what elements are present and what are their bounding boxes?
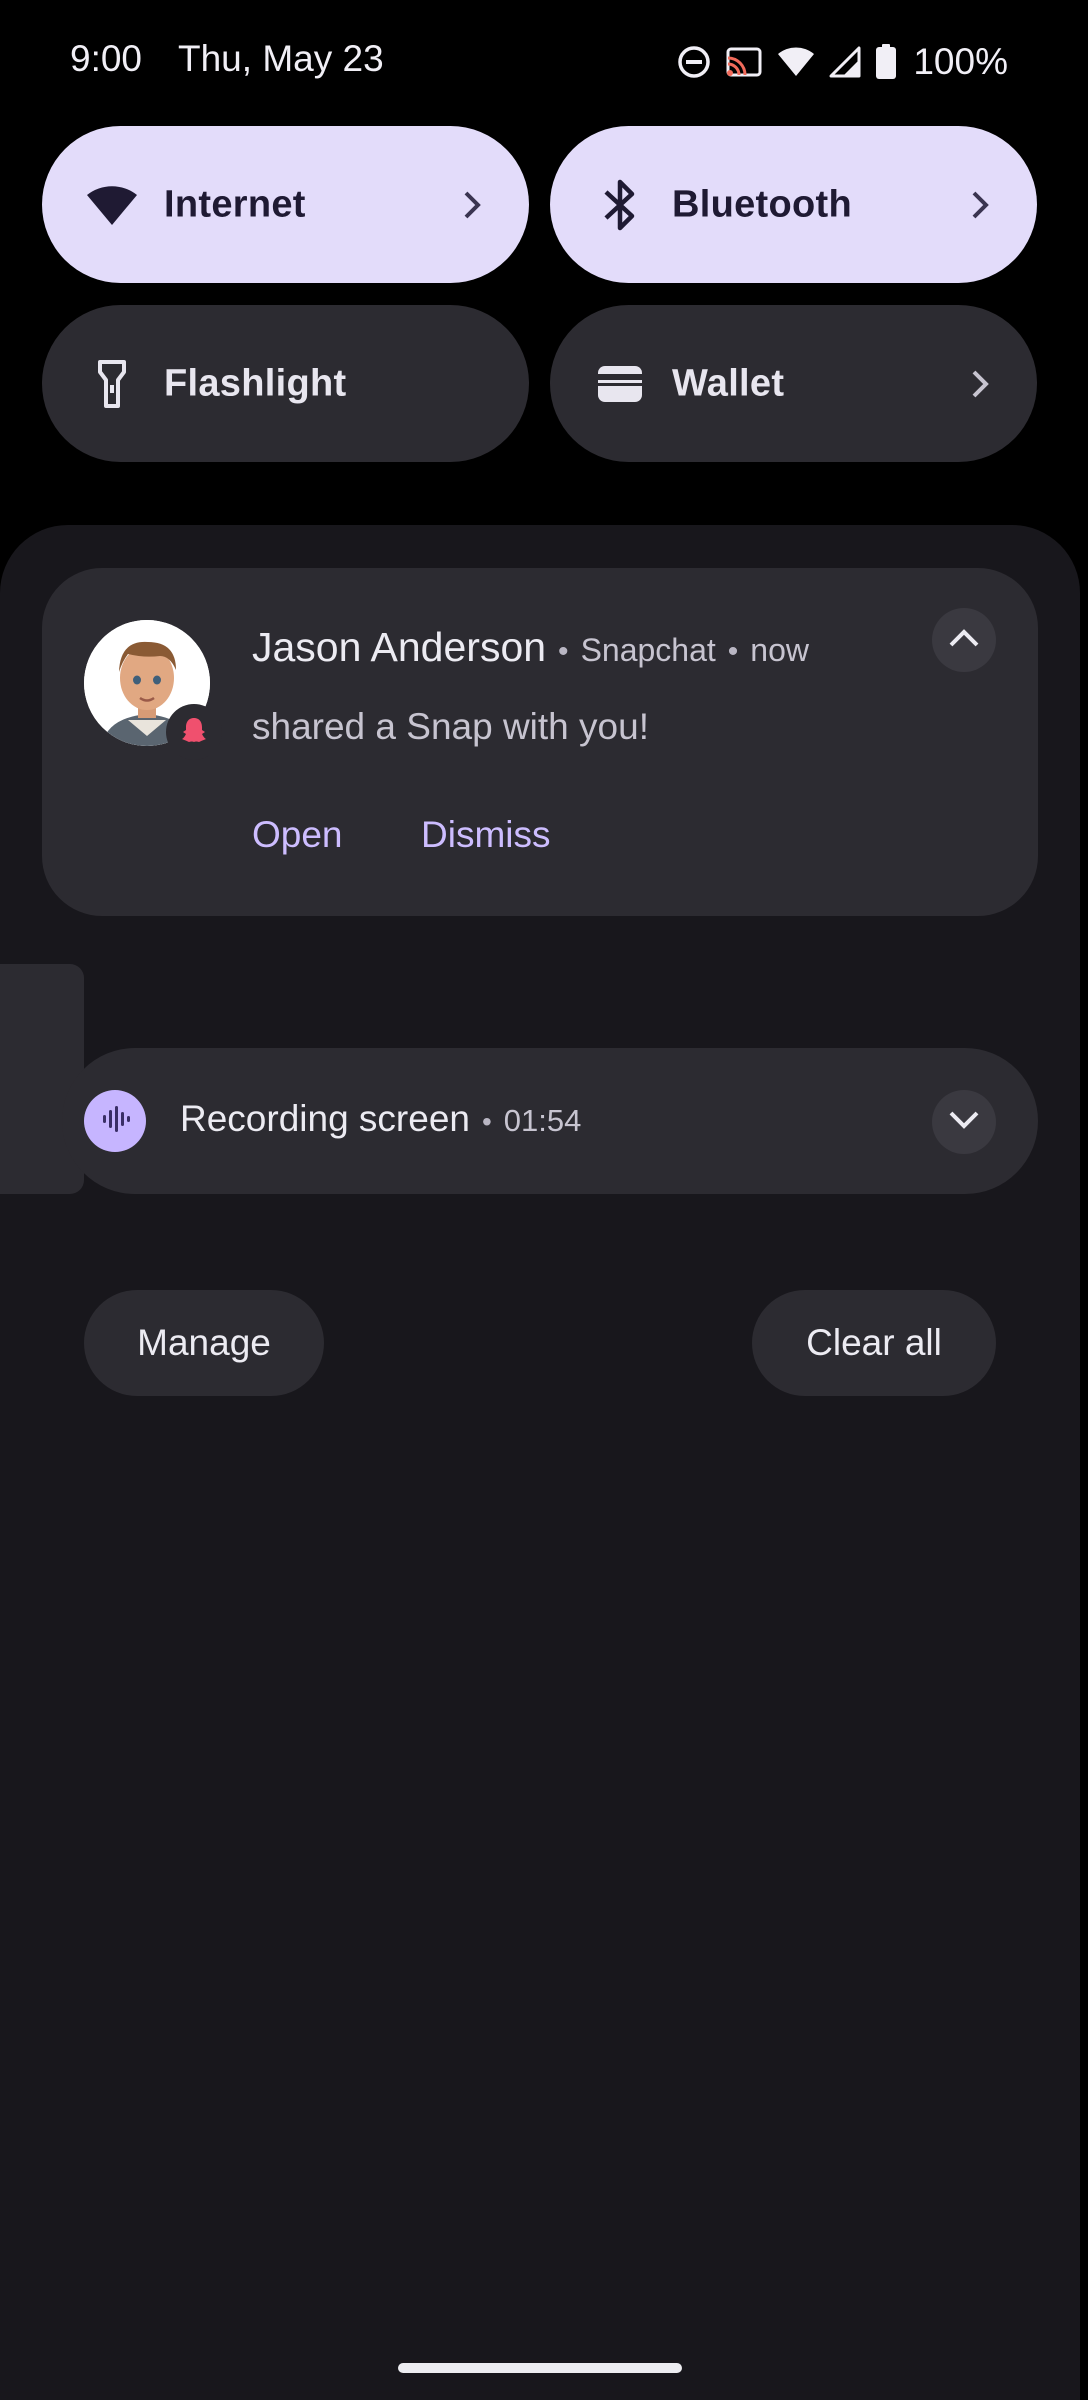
recording-title: Recording screen (180, 1098, 470, 1139)
wallet-tile-label: Wallet (672, 362, 785, 404)
separator-dot: • (727, 635, 739, 668)
internet-tile-label: Internet (164, 183, 306, 225)
wallet-tile[interactable]: Wallet (550, 305, 1037, 462)
notification-time: now (750, 632, 809, 668)
battery-icon (875, 44, 897, 80)
snapchat-app-badge (166, 704, 222, 760)
notification-shade-screen: 9:00 Thu, May 23 100% Internet Bluetooth… (0, 0, 1088, 2400)
notification-header: Jason Anderson • Snapchat • now (252, 624, 809, 671)
internet-tile[interactable]: Internet (42, 126, 529, 283)
chevron-down-icon (948, 1110, 980, 1135)
flashlight-icon (82, 354, 142, 414)
flashlight-tile[interactable]: Flashlight (42, 305, 529, 462)
bluetooth-tile-label: Bluetooth (672, 183, 852, 225)
expand-notification-button[interactable] (932, 1090, 996, 1154)
chevron-up-icon (948, 628, 980, 653)
recording-app-icon (84, 1090, 146, 1152)
bluetooth-icon (590, 175, 650, 235)
notification-text: shared a Snap with you! (252, 706, 649, 747)
chevron-right-icon (455, 188, 489, 222)
cell-signal-icon (829, 46, 861, 78)
do-not-disturb-icon (677, 45, 711, 79)
status-bar: 9:00 Thu, May 23 100% (0, 0, 1088, 126)
cast-icon (725, 46, 763, 78)
wifi-icon (777, 46, 815, 78)
status-date: Thu, May 23 (178, 38, 384, 79)
snapchat-ghost-icon (179, 715, 209, 750)
clear-all-button[interactable]: Clear all (752, 1290, 996, 1396)
recording-title-row: Recording screen • 01:54 (180, 1098, 581, 1140)
bluetooth-tile[interactable]: Bluetooth (550, 126, 1037, 283)
recording-elapsed-time: 01:54 (503, 1103, 582, 1138)
status-icons: 100% (677, 40, 1008, 84)
wallet-icon (590, 354, 650, 414)
notification-app-name: Snapchat (580, 632, 716, 668)
home-gesture-bar[interactable] (398, 2363, 682, 2373)
audio-waveform-icon (99, 1103, 131, 1140)
wifi-icon (82, 175, 142, 235)
flashlight-tile-label: Flashlight (164, 362, 347, 404)
swiped-notification-edge (0, 964, 84, 1194)
collapse-notification-button[interactable] (932, 608, 996, 672)
chevron-right-icon (963, 367, 997, 401)
dismiss-action-button[interactable]: Dismiss (421, 814, 550, 856)
open-action-button[interactable]: Open (252, 814, 343, 856)
separator-dot: • (481, 1106, 492, 1137)
battery-percentage: 100% (913, 41, 1008, 82)
separator-dot: • (558, 635, 569, 668)
manage-button[interactable]: Manage (84, 1290, 324, 1396)
status-time: 9:00 (70, 38, 143, 79)
chevron-right-icon (963, 188, 997, 222)
notification-sender: Jason Anderson (252, 624, 547, 670)
